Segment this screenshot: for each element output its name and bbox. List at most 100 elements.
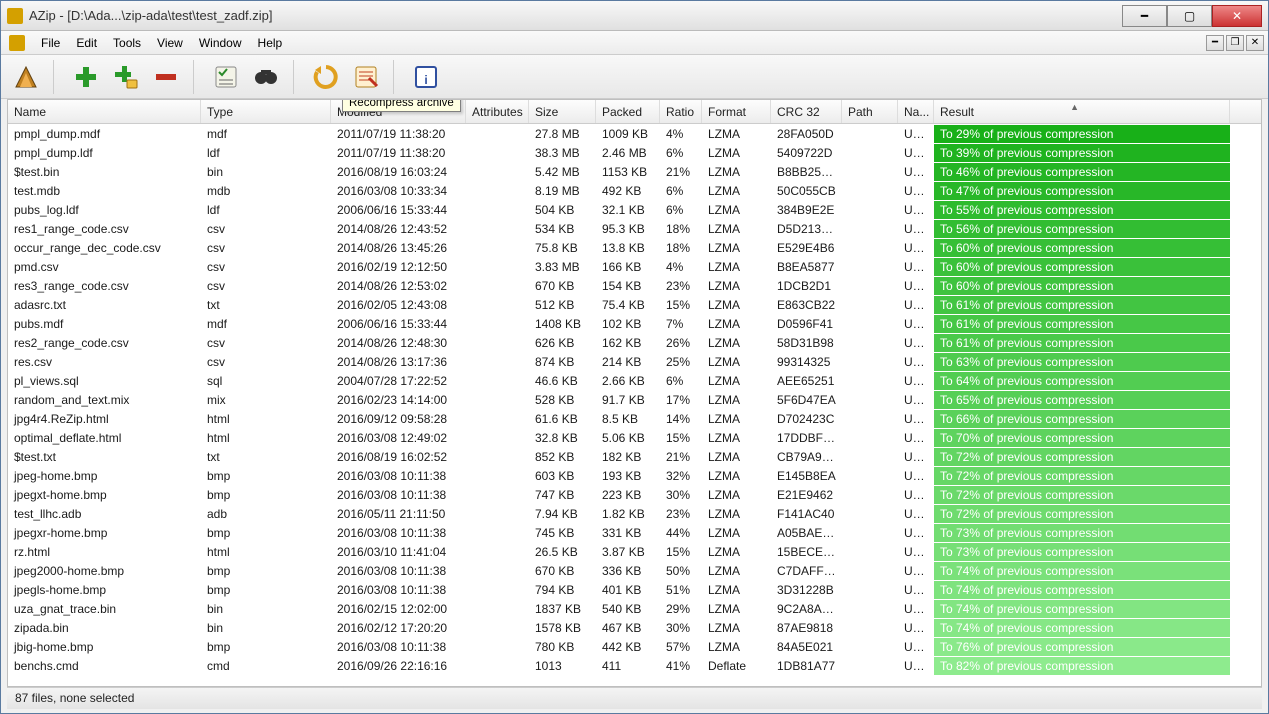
table-row[interactable]: jpg4r4.ReZip.htmlhtml2016/09/12 09:58:28… [8, 409, 1261, 428]
cell-ratio: 17% [660, 391, 702, 409]
table-row[interactable]: optimal_deflate.htmlhtml2016/03/08 12:49… [8, 428, 1261, 447]
cell-ratio: 6% [660, 144, 702, 162]
cell-result: To 61% of previous compression [934, 334, 1230, 352]
cell-attr [466, 455, 529, 459]
find-button[interactable] [249, 60, 283, 94]
table-row[interactable]: pl_views.sqlsql2004/07/28 17:22:5246.6 K… [8, 371, 1261, 390]
minimize-button[interactable]: ━ [1122, 5, 1167, 27]
cell-path [842, 569, 898, 573]
column-header-na[interactable]: Na... [898, 100, 934, 123]
test-button[interactable] [209, 60, 243, 94]
mdi-restore-button[interactable]: ❐ [1226, 35, 1244, 51]
cell-path [842, 246, 898, 250]
table-row[interactable]: res3_range_code.csvcsv2014/08/26 12:53:0… [8, 276, 1261, 295]
table-body[interactable]: pmpl_dump.mdfmdf2011/07/19 11:38:2027.8 … [8, 124, 1261, 686]
table-row[interactable]: adasrc.txttxt2016/02/05 12:43:08512 KB75… [8, 295, 1261, 314]
cell-mod: 2016/03/08 10:33:34 [331, 182, 466, 200]
table-row[interactable]: pmd.csvcsv2016/02/19 12:12:503.83 MB166 … [8, 257, 1261, 276]
cell-name: random_and_text.mix [8, 391, 201, 409]
table-row[interactable]: uza_gnat_trace.binbin2016/02/15 12:02:00… [8, 599, 1261, 618]
menu-view[interactable]: View [149, 33, 191, 53]
cell-crc: D0596F41 [771, 315, 842, 333]
cell-name: rz.html [8, 543, 201, 561]
table-row[interactable]: res1_range_code.csvcsv2014/08/26 12:43:5… [8, 219, 1261, 238]
cell-attr [466, 227, 529, 231]
recompress-icon [313, 64, 339, 90]
table-row[interactable]: jpegxr-home.bmpbmp2016/03/08 10:11:38745… [8, 523, 1261, 542]
cell-crc: 9C2A8AAB [771, 600, 842, 618]
cell-crc: CB79A9E1 [771, 448, 842, 466]
column-header-path[interactable]: Path [842, 100, 898, 123]
table-row[interactable]: pmpl_dump.ldfldf2011/07/19 11:38:2038.3 … [8, 143, 1261, 162]
table-row[interactable]: pmpl_dump.mdfmdf2011/07/19 11:38:2027.8 … [8, 124, 1261, 143]
table-row[interactable]: rz.htmlhtml2016/03/10 11:41:0426.5 KB3.8… [8, 542, 1261, 561]
cell-packed: 13.8 KB [596, 239, 660, 257]
close-button[interactable]: ✕ [1212, 5, 1262, 27]
table-row[interactable]: test.mdbmdb2016/03/08 10:33:348.19 MB492… [8, 181, 1261, 200]
cell-na: UT... [898, 353, 934, 371]
column-header-result[interactable]: Result▲ [934, 100, 1230, 123]
cell-crc: 28FA050D [771, 125, 842, 143]
column-header-format[interactable]: Format [702, 100, 771, 123]
cell-name: test.mdb [8, 182, 201, 200]
menu-edit[interactable]: Edit [68, 33, 105, 53]
menu-tools[interactable]: Tools [105, 33, 149, 53]
column-header-name[interactable]: Name [8, 100, 201, 123]
extract-button[interactable] [9, 60, 43, 94]
titlebar[interactable]: AZip - [D:\Ada...\zip-ada\test\test_zadf… [1, 1, 1268, 31]
cell-size: 1578 KB [529, 619, 596, 637]
table-row[interactable]: jpeg2000-home.bmpbmp2016/03/08 10:11:386… [8, 561, 1261, 580]
cell-na: UT... [898, 486, 934, 504]
cell-size: 512 KB [529, 296, 596, 314]
cell-fmt: LZMA [702, 353, 771, 371]
menu-window[interactable]: Window [191, 33, 250, 53]
column-header-size[interactable]: Size [529, 100, 596, 123]
cell-fmt: LZMA [702, 619, 771, 637]
table-row[interactable]: occur_range_dec_code.csvcsv2014/08/26 13… [8, 238, 1261, 257]
maximize-button[interactable]: ▢ [1167, 5, 1212, 27]
table-row[interactable]: jpeg-home.bmpbmp2016/03/08 10:11:38603 K… [8, 466, 1261, 485]
table-row[interactable]: res2_range_code.csvcsv2014/08/26 12:48:3… [8, 333, 1261, 352]
table-row[interactable]: random_and_text.mixmix2016/02/23 14:14:0… [8, 390, 1261, 409]
cell-fmt: LZMA [702, 486, 771, 504]
column-header-type[interactable]: Type [201, 100, 331, 123]
table-row[interactable]: $test.txttxt2016/08/19 16:02:52852 KB182… [8, 447, 1261, 466]
menu-help[interactable]: Help [250, 33, 291, 53]
cell-fmt: LZMA [702, 543, 771, 561]
cell-fmt: LZMA [702, 448, 771, 466]
column-header-crc[interactable]: CRC 32 [771, 100, 842, 123]
recompress-button[interactable] [309, 60, 343, 94]
cell-fmt: LZMA [702, 391, 771, 409]
table-row[interactable]: zipada.binbin2016/02/12 17:20:201578 KB4… [8, 618, 1261, 637]
cell-name: benchs.cmd [8, 657, 201, 675]
mdi-minimize-button[interactable]: ━ [1206, 35, 1224, 51]
cell-fmt: LZMA [702, 258, 771, 276]
cell-attr [466, 284, 529, 288]
table-row[interactable]: pubs_log.ldfldf2006/06/16 15:33:44504 KB… [8, 200, 1261, 219]
table-row[interactable]: $test.binbin2016/08/19 16:03:245.42 MB11… [8, 162, 1261, 181]
table-row[interactable]: test_llhc.adbadb2016/05/11 21:11:507.94 … [8, 504, 1261, 523]
cell-crc: 1DB81A77 [771, 657, 842, 675]
column-header-attributes[interactable]: Attributes [466, 100, 529, 123]
add-folder-button[interactable] [109, 60, 143, 94]
cell-packed: 95.3 KB [596, 220, 660, 238]
column-header-ratio[interactable]: Ratio [660, 100, 702, 123]
table-row[interactable]: jpegxt-home.bmpbmp2016/03/08 10:11:38747… [8, 485, 1261, 504]
add-files-button[interactable] [69, 60, 103, 94]
column-header-packed[interactable]: Packed [596, 100, 660, 123]
table-row[interactable]: res.csvcsv2014/08/26 13:17:36874 KB214 K… [8, 352, 1261, 371]
table-row[interactable]: jpegls-home.bmpbmp2016/03/08 10:11:38794… [8, 580, 1261, 599]
cell-na: UT... [898, 334, 934, 352]
cell-crc: 1DCB2D1 [771, 277, 842, 295]
table-row[interactable]: jbig-home.bmpbmp2016/03/08 10:11:38780 K… [8, 637, 1261, 656]
cell-packed: 492 KB [596, 182, 660, 200]
delete-button[interactable] [149, 60, 183, 94]
properties-button[interactable] [349, 60, 383, 94]
table-row[interactable]: benchs.cmdcmd2016/09/26 22:16:1610134114… [8, 656, 1261, 675]
about-button[interactable]: i [409, 60, 443, 94]
mdi-close-button[interactable]: ✕ [1246, 35, 1264, 51]
table-row[interactable]: pubs.mdfmdf2006/06/16 15:33:441408 KB102… [8, 314, 1261, 333]
cell-na: UT... [898, 581, 934, 599]
menu-file[interactable]: File [33, 33, 68, 53]
cell-path [842, 626, 898, 630]
